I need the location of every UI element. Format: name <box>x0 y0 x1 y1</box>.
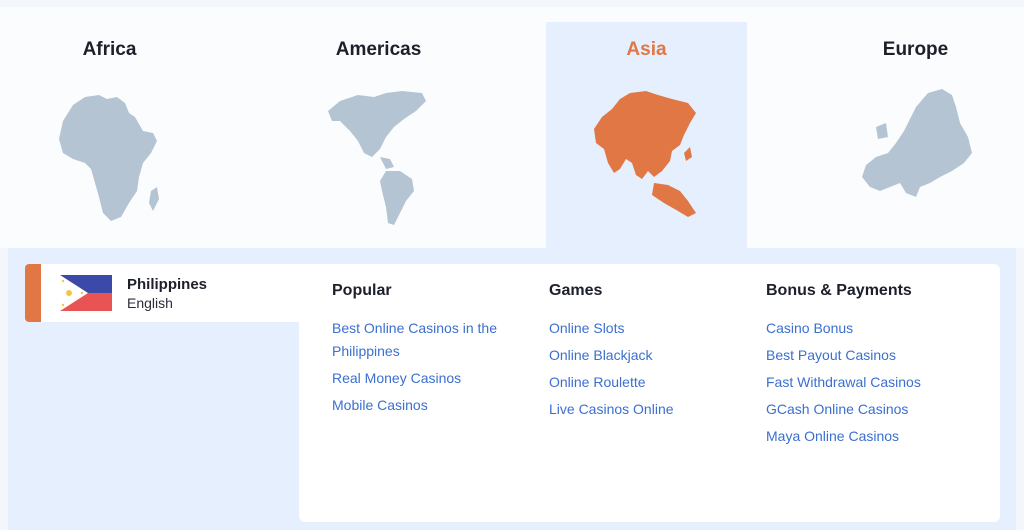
asia-map-icon <box>593 91 696 217</box>
link-maya-casinos[interactable]: Maya Online Casinos <box>766 425 966 448</box>
link-gcash-casinos[interactable]: GCash Online Casinos <box>766 398 966 421</box>
tab-americas[interactable]: Americas <box>278 22 479 248</box>
tab-europe-label: Europe <box>882 39 949 60</box>
region-tabs: Africa Americas Asia Europe <box>0 7 1024 248</box>
link-live-casinos[interactable]: Live Casinos Online <box>549 398 749 421</box>
country-name: Philippines <box>127 276 208 293</box>
region-selector: Africa Americas Asia Europe Philippines … <box>0 0 1024 530</box>
country-language: English <box>127 295 173 311</box>
tab-americas-label: Americas <box>335 39 422 60</box>
column-heading: Games <box>549 282 603 299</box>
link-online-blackjack[interactable]: Online Blackjack <box>549 344 749 367</box>
link-casino-bonus[interactable]: Casino Bonus <box>766 317 966 340</box>
americas-map-icon <box>327 91 426 225</box>
link-online-slots[interactable]: Online Slots <box>549 317 749 340</box>
tab-africa[interactable]: Africa <box>9 22 210 248</box>
link-mobile-casinos[interactable]: Mobile Casinos <box>332 394 522 417</box>
link-fast-withdrawal-casinos[interactable]: Fast Withdrawal Casinos <box>766 371 966 394</box>
europe-map-icon <box>861 89 972 197</box>
tab-asia-label: Asia <box>626 39 667 60</box>
bonus-payments-column: Bonus & Payments Casino Bonus Best Payou… <box>766 282 966 452</box>
links-card: Popular Best Online Casinos in the Phili… <box>299 264 1000 522</box>
link-best-online-casinos[interactable]: Best Online Casinos in the Philippines <box>332 317 522 363</box>
africa-map-icon <box>58 95 159 221</box>
column-heading: Popular <box>332 282 392 299</box>
link-online-roulette[interactable]: Online Roulette <box>549 371 749 394</box>
column-heading: Bonus & Payments <box>766 282 912 299</box>
link-real-money-casinos[interactable]: Real Money Casinos <box>332 367 522 390</box>
active-indicator <box>25 264 41 322</box>
country-item-philippines[interactable]: Philippines English <box>25 264 305 322</box>
philippines-flag-icon <box>60 275 112 311</box>
games-column: Games Online Slots Online Blackjack Onli… <box>549 282 749 425</box>
link-best-payout-casinos[interactable]: Best Payout Casinos <box>766 344 966 367</box>
tab-africa-label: Africa <box>82 39 137 60</box>
popular-column: Popular Best Online Casinos in the Phili… <box>332 282 522 421</box>
tab-asia[interactable]: Asia <box>546 22 747 248</box>
tab-europe[interactable]: Europe <box>815 22 1016 248</box>
